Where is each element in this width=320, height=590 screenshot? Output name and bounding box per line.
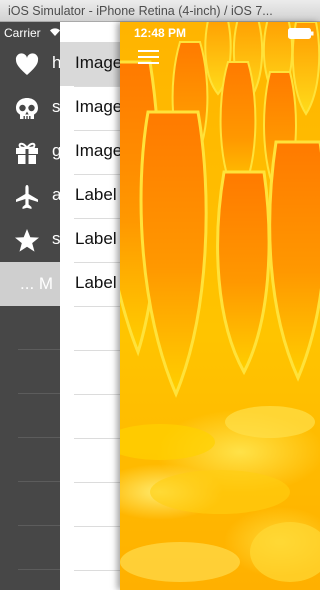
heart-icon (15, 53, 39, 75)
gift-icon (16, 142, 38, 164)
list-item-label: Image (75, 53, 121, 72)
menu-separator (18, 437, 60, 438)
list-separator (74, 526, 120, 527)
menu-item-gift[interactable]: g (0, 130, 60, 174)
list-separator (74, 482, 120, 483)
list-item[interactable]: Label (60, 174, 120, 218)
status-time: 12:48 PM (134, 26, 187, 40)
menu-item-label: a (52, 185, 60, 204)
battery-icon (288, 28, 314, 39)
menu-item-star[interactable]: s (0, 218, 60, 262)
menu-item-label: s (52, 97, 60, 116)
list-item[interactable]: Image (60, 42, 120, 86)
menu-separator (18, 481, 60, 482)
list-item-label: Image (75, 141, 121, 160)
list-item-label: Label (75, 185, 117, 204)
menu-item-label: ... M (20, 274, 54, 293)
hamburger-menu-icon[interactable] (138, 48, 160, 66)
menu-item-airplane[interactable]: a (0, 174, 60, 218)
list-separator (74, 350, 120, 351)
menu-item-label: g (52, 141, 60, 160)
menu-item-more[interactable]: ... M (0, 262, 60, 306)
window-title: iOS Simulator - iPhone Retina (4-inch) /… (8, 4, 273, 18)
middle-list: Image Image Image Label Label Label (60, 22, 121, 590)
menu-item-label: h (52, 53, 60, 72)
list-separator (74, 438, 120, 439)
list-item[interactable]: Label (60, 218, 120, 262)
list-item-label: Label (75, 273, 117, 292)
menu-separator (18, 349, 60, 350)
main-content-photo: 12:48 PM (120, 22, 320, 590)
menu-separator (18, 525, 60, 526)
menu-separator (18, 569, 60, 570)
star-icon (15, 229, 39, 252)
list-item[interactable]: Image (60, 130, 120, 174)
menu-item-heart[interactable]: h (0, 42, 60, 86)
left-side-menu: Carrier h s g a s ... M (0, 22, 60, 590)
list-separator (74, 306, 120, 307)
skull-icon (16, 98, 38, 119)
menu-item-skull[interactable]: s (0, 86, 60, 130)
simulator-title-bar: iOS Simulator - iPhone Retina (4-inch) /… (0, 0, 320, 22)
list-separator (74, 394, 120, 395)
list-item-label: Label (75, 229, 117, 248)
list-item[interactable]: Image (60, 86, 120, 130)
menu-item-label: s (52, 229, 60, 248)
flower-petals-image (120, 22, 320, 582)
airplane-icon (16, 185, 38, 209)
menu-separator (18, 393, 60, 394)
list-separator (74, 570, 120, 571)
wifi-icon (50, 28, 60, 36)
list-item[interactable]: Label (60, 262, 120, 306)
carrier-label: Carrier (4, 26, 41, 40)
list-item-label: Image (75, 97, 121, 116)
